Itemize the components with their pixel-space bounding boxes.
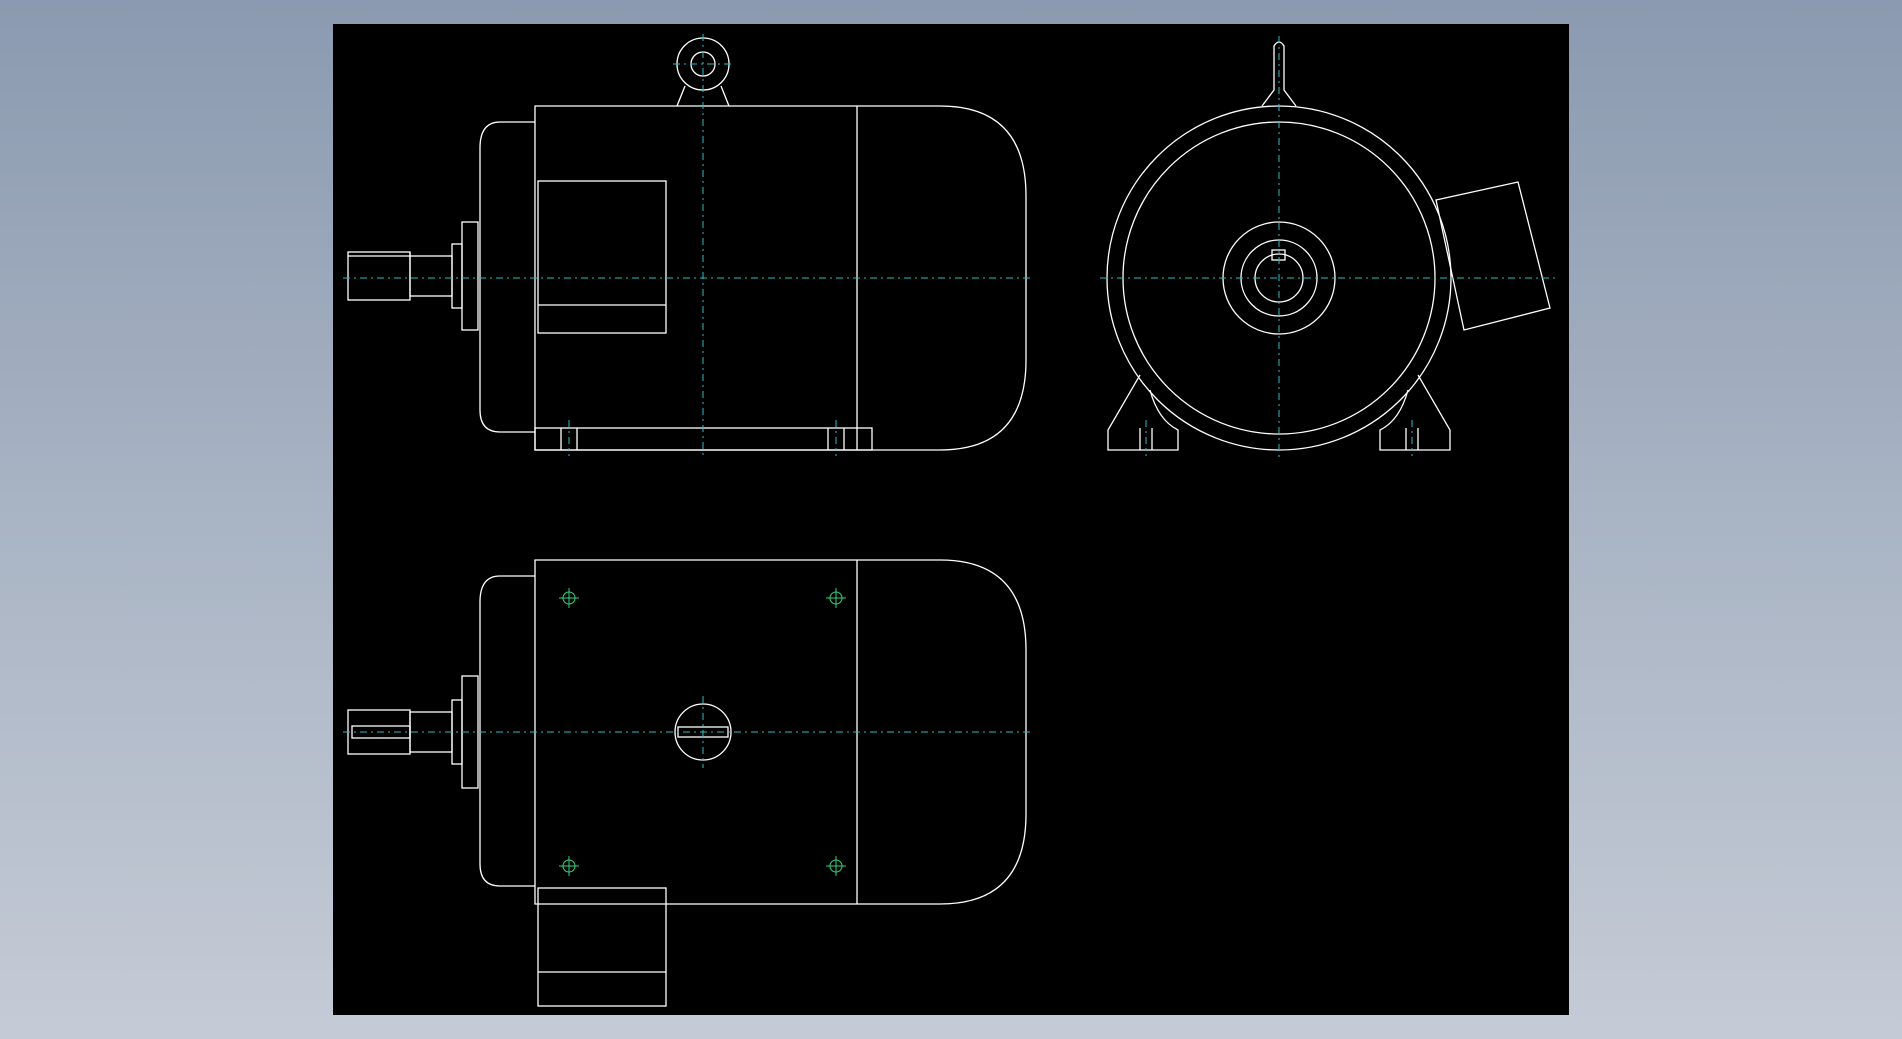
foot-bolt-marker <box>559 588 579 608</box>
flange-ring <box>461 221 479 331</box>
top-view <box>343 559 1032 1007</box>
end-terminal-box <box>1435 181 1551 331</box>
foot-bolt-marker <box>826 588 846 608</box>
foot-bolt-marker <box>826 856 846 876</box>
top-terminal-box <box>537 887 667 1007</box>
lifting-eye-leg <box>676 85 686 107</box>
top-end-bell <box>479 575 535 887</box>
end-view <box>1100 36 1556 458</box>
cad-drawing <box>343 34 1556 1007</box>
end-bell <box>479 121 535 433</box>
lifting-eye-leg <box>720 85 730 107</box>
shaft-shoulder <box>409 255 453 297</box>
shaft <box>347 251 411 301</box>
bearing-collar <box>451 243 463 309</box>
drawing-sheet[interactable] <box>333 24 1569 1015</box>
front-view <box>343 34 1032 456</box>
foot-bolt-marker <box>559 856 579 876</box>
terminal-box <box>537 180 667 334</box>
